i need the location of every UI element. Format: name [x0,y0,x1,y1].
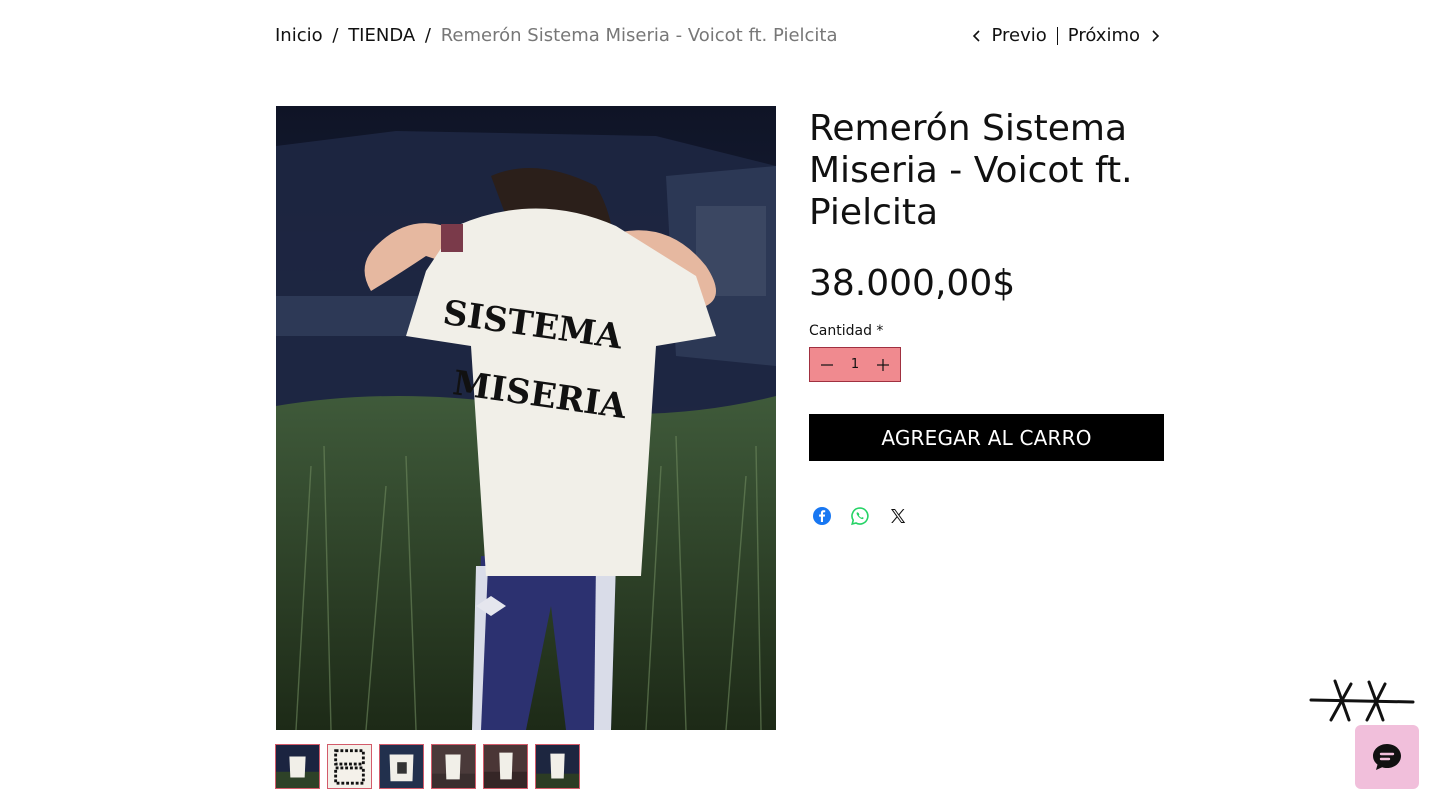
pager-divider [1056,27,1058,45]
product-photo: SISTEMA MISERIA [276,106,776,730]
chat-bubble-icon [1373,744,1401,770]
share-buttons [812,506,908,526]
thumbnail-selected[interactable] [327,744,372,789]
quantity-label: Cantidad * [809,323,884,339]
product-price: 38.000,00$ [809,263,1016,304]
breadcrumb-category-link[interactable]: TIENDA [348,25,415,46]
breadcrumb-separator: / [424,25,431,46]
thumbnail[interactable] [431,744,476,789]
previous-product-link[interactable]: Previo [970,24,1047,48]
x-twitter-icon[interactable] [888,506,908,526]
whatsapp-icon[interactable] [850,506,870,526]
quantity-stepper [809,347,901,382]
chevron-right-icon [1152,30,1160,42]
product-title: Remerón Sistema Miseria - Voicot ft. Pie… [809,108,1133,233]
breadcrumb: Inicio / TIENDA / Remerón Sistema Miseri… [275,24,838,48]
facebook-icon[interactable] [812,506,832,526]
plus-icon[interactable] [872,354,894,376]
quantity-input[interactable] [843,357,867,372]
product-main-image[interactable]: SISTEMA MISERIA [276,106,776,730]
next-product-link[interactable]: Próximo [1068,24,1162,48]
add-to-cart-button[interactable]: AGREGAR AL CARRO [809,414,1164,461]
thumbnail[interactable] [379,744,424,789]
thumbnail-strip [275,744,580,789]
breadcrumb-current: Remerón Sistema Miseria - Voicot ft. Pie… [440,25,838,46]
thumbnail[interactable] [275,744,320,789]
minus-icon[interactable] [816,354,838,376]
chat-button[interactable] [1355,725,1419,789]
breadcrumb-home-link[interactable]: Inicio [275,25,323,46]
previous-label: Previo [991,25,1047,46]
product-pager: Previo Próximo [970,24,1163,48]
chevron-left-icon [972,30,980,42]
next-label: Próximo [1067,25,1140,46]
thumbnail[interactable] [535,744,580,789]
brand-logo-icon [1309,678,1415,724]
thumbnail[interactable] [483,744,528,789]
breadcrumb-separator: / [332,25,339,46]
